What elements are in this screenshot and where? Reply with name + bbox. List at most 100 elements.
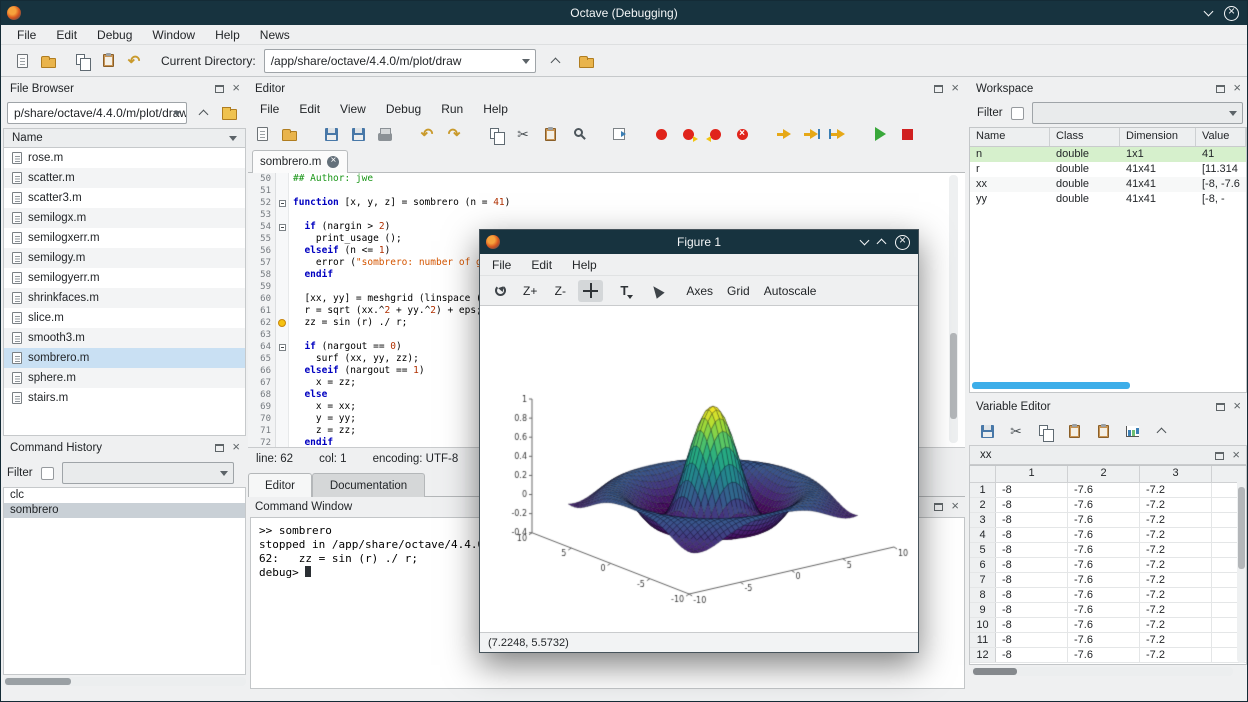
workspace-row[interactable]: xxdouble41x41[-8, -7.6	[970, 177, 1246, 192]
print-icon[interactable]	[375, 124, 395, 144]
cell[interactable]: -7.2	[1140, 513, 1212, 527]
line-number[interactable]: 53	[248, 209, 276, 221]
line-number[interactable]: 62	[248, 317, 276, 329]
step-icon[interactable]	[774, 124, 794, 144]
history-filter-combo[interactable]	[62, 462, 234, 484]
cell[interactable]: -8	[996, 618, 1068, 632]
zoom-out-button[interactable]: Z-	[548, 280, 572, 302]
scrollbar-thumb[interactable]	[1238, 487, 1245, 569]
copy-icon[interactable]	[486, 124, 506, 144]
workspace-filter-combo[interactable]	[1032, 102, 1243, 124]
minimize-icon[interactable]	[1204, 7, 1214, 17]
editor-vscrollbar[interactable]	[949, 175, 958, 443]
file-item[interactable]: slice.m	[4, 308, 245, 328]
cell[interactable]: -7.2	[1140, 498, 1212, 512]
close-panel-icon[interactable]	[951, 501, 959, 513]
figure-menu-help[interactable]: Help	[562, 256, 607, 274]
line-number[interactable]: 61	[248, 305, 276, 317]
line-number[interactable]: 71	[248, 425, 276, 437]
cell[interactable]: -7.6	[1068, 573, 1140, 587]
browse-directory-button[interactable]	[574, 49, 600, 73]
editor-menu-file[interactable]: File	[250, 100, 289, 118]
figure-plot-canvas[interactable]	[480, 306, 918, 632]
cell[interactable]: -7.6	[1068, 648, 1140, 662]
close-panel-icon[interactable]	[951, 83, 959, 95]
file-item[interactable]: rose.m	[4, 148, 245, 168]
menu-news[interactable]: News	[250, 26, 300, 44]
cell[interactable]: -8	[996, 528, 1068, 542]
directory-up-button[interactable]	[544, 49, 568, 73]
cell[interactable]: -7.6	[1068, 618, 1140, 632]
scrollbar-thumb[interactable]	[973, 668, 1017, 675]
close-panel-icon[interactable]	[232, 442, 240, 454]
cell[interactable]: -8	[996, 573, 1068, 587]
cell[interactable]: -8	[996, 513, 1068, 527]
row-header[interactable]: 10	[970, 618, 996, 632]
column-header-name[interactable]: Name	[970, 128, 1050, 146]
clipboard-icon[interactable]	[1093, 421, 1113, 441]
cell[interactable]: -7.2	[1140, 573, 1212, 587]
row-header[interactable]: 1	[970, 483, 996, 497]
close-variable-icon[interactable]	[1232, 450, 1240, 462]
scrollbar-thumb[interactable]	[972, 382, 1130, 389]
insert-text-button[interactable]	[609, 280, 639, 302]
fold-icon[interactable]	[276, 221, 289, 233]
rotate-button[interactable]	[488, 280, 512, 302]
line-number[interactable]: 66	[248, 365, 276, 377]
scrollbar-thumb[interactable]	[950, 333, 957, 419]
debug-pointer-icon[interactable]	[276, 317, 289, 329]
close-panel-icon[interactable]	[232, 83, 240, 95]
line-number[interactable]: 67	[248, 377, 276, 389]
undo-button[interactable]	[121, 48, 147, 74]
file-item[interactable]: sphere.m	[4, 368, 245, 388]
workspace-row[interactable]: ndouble1x141	[970, 147, 1246, 162]
row-header[interactable]: 9	[970, 603, 996, 617]
row-header[interactable]: 8	[970, 588, 996, 602]
cell[interactable]: -7.6	[1068, 558, 1140, 572]
axes-button[interactable]: Axes	[681, 280, 718, 302]
column-header-value[interactable]: Value	[1196, 128, 1246, 146]
save-file-icon[interactable]	[321, 124, 341, 144]
column-header-dimension[interactable]: Dimension	[1120, 128, 1196, 146]
cell[interactable]: -7.6	[1068, 588, 1140, 602]
figure-menu-file[interactable]: File	[482, 256, 521, 274]
file-item[interactable]: shrinkfaces.m	[4, 288, 245, 308]
cell[interactable]: -8	[996, 498, 1068, 512]
find-icon[interactable]	[567, 124, 587, 144]
cell[interactable]: -8	[996, 558, 1068, 572]
row-header[interactable]: 2	[970, 498, 996, 512]
continue-icon[interactable]	[870, 124, 890, 144]
line-number[interactable]: 57	[248, 257, 276, 269]
cut-icon[interactable]	[513, 124, 533, 144]
cell[interactable]: -7.2	[1140, 588, 1212, 602]
save-icon[interactable]	[977, 421, 997, 441]
file-item[interactable]: semilogyerr.m	[4, 268, 245, 288]
history-item[interactable]: sombrero	[4, 503, 245, 518]
file-item[interactable]: scatter.m	[4, 168, 245, 188]
cell[interactable]: -8	[996, 588, 1068, 602]
line-number[interactable]: 59	[248, 281, 276, 293]
paste-icon[interactable]	[1064, 421, 1084, 441]
file-item[interactable]: stairs.m	[4, 388, 245, 408]
file-browser-path-combo[interactable]: p/share/octave/4.4.0/m/plot/draw	[7, 102, 187, 124]
menu-file[interactable]: File	[7, 26, 46, 44]
open-file-icon[interactable]	[279, 124, 299, 144]
filter-checkbox[interactable]	[1011, 107, 1024, 120]
file-item[interactable]: semilogy.m	[4, 248, 245, 268]
stop-icon[interactable]	[897, 124, 917, 144]
paste-icon[interactable]	[540, 124, 560, 144]
new-script-button[interactable]	[9, 48, 35, 74]
workspace-hscrollbar[interactable]	[972, 381, 1202, 389]
cell[interactable]: -7.6	[1068, 543, 1140, 557]
cell[interactable]: -7.6	[1068, 498, 1140, 512]
line-number[interactable]: 68	[248, 389, 276, 401]
step-out-icon[interactable]	[828, 124, 848, 144]
cell[interactable]: -7.2	[1140, 603, 1212, 617]
tab-sombrero[interactable]: sombrero.m	[252, 150, 348, 173]
row-header[interactable]: 4	[970, 528, 996, 542]
previous-breakpoint-icon[interactable]	[705, 124, 725, 144]
history-hscrollbar[interactable]	[3, 677, 246, 686]
grid-button[interactable]: Grid	[722, 280, 755, 302]
column-header[interactable]: 1	[996, 466, 1068, 482]
select-button[interactable]	[645, 280, 669, 302]
